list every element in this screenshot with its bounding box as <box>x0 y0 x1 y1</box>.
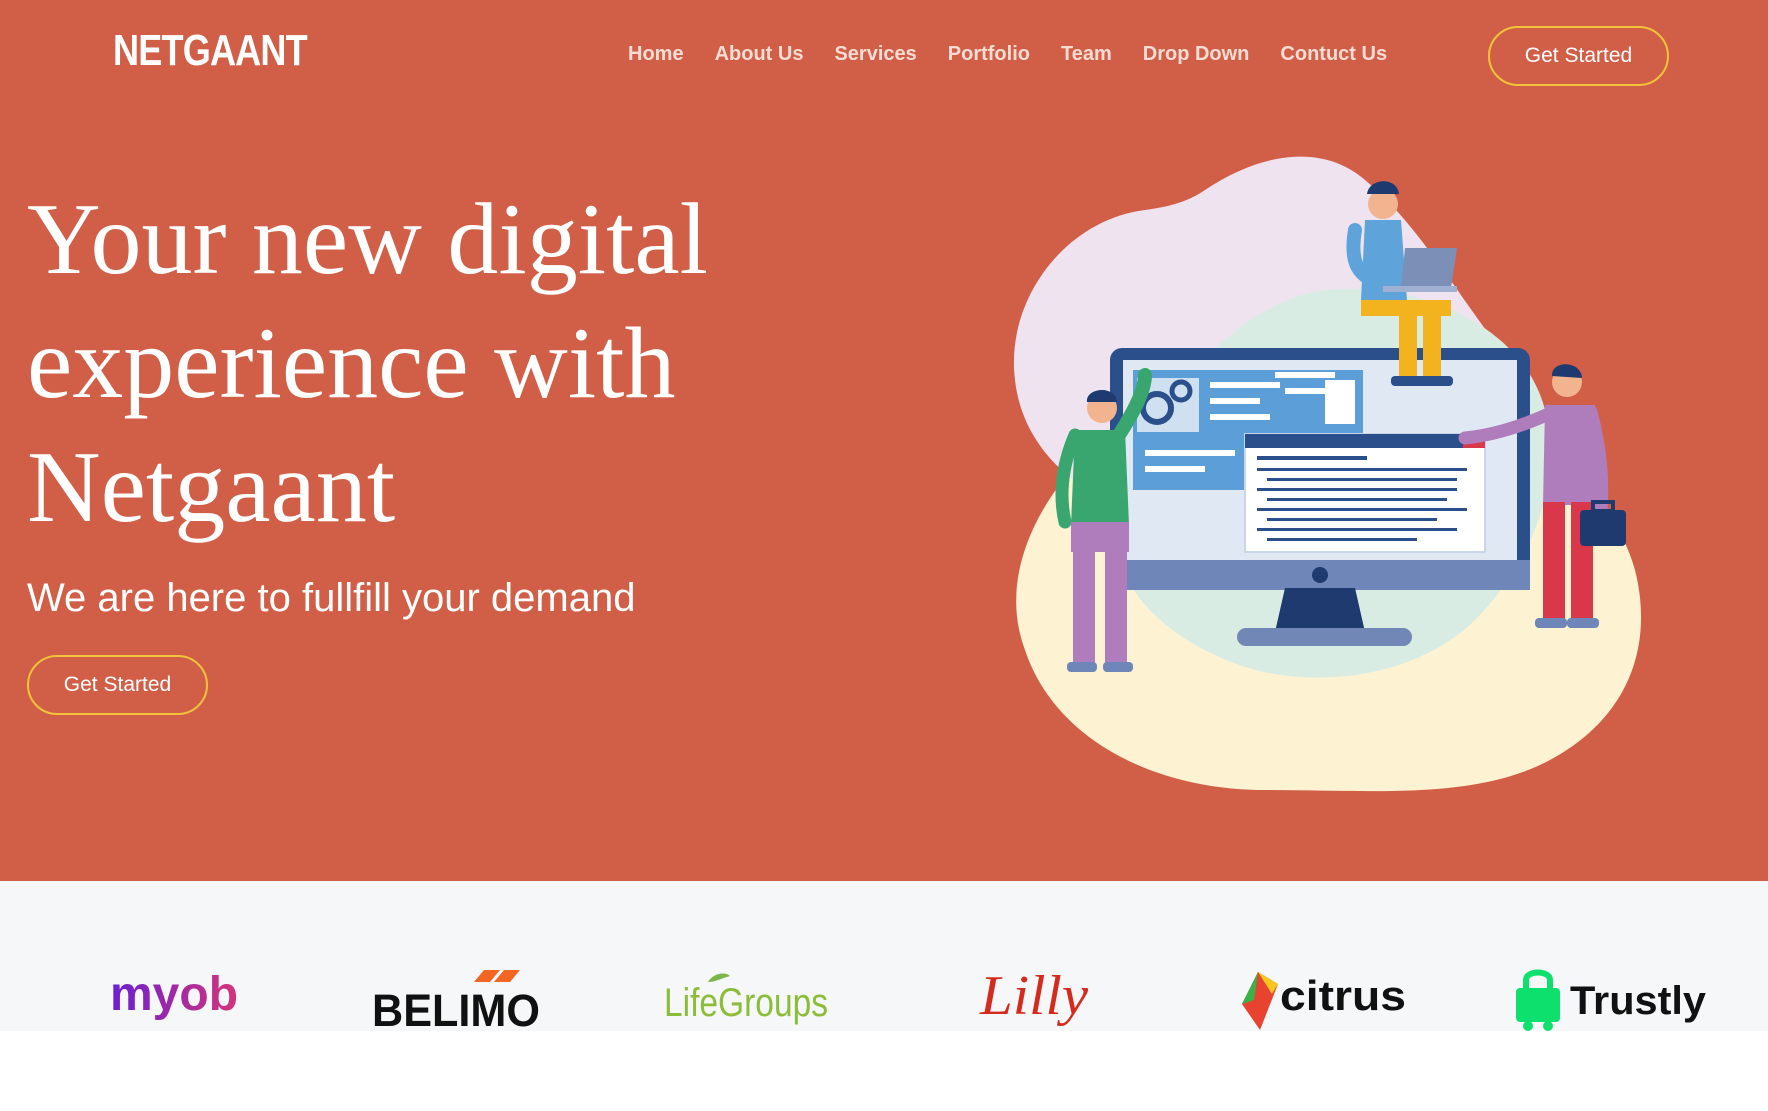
svg-text:LifeGroups: LifeGroups <box>664 981 828 1025</box>
nav-team[interactable]: Team <box>1061 43 1112 66</box>
clients-strip <box>0 881 1768 1031</box>
laptop-icon <box>1401 248 1457 288</box>
header-get-started-button[interactable]: Get Started <box>1488 26 1669 86</box>
nav-home[interactable]: Home <box>628 43 684 66</box>
trustly-logo: Trustly <box>1516 969 1707 1031</box>
brand-logo[interactable]: NETGAANT <box>113 26 308 76</box>
shopping-bag-icon <box>1516 988 1560 1022</box>
briefcase-icon <box>1580 510 1626 546</box>
hero-get-started-button[interactable]: Get Started <box>27 655 208 715</box>
main-nav: Home About Us Services Portfolio Team Dr… <box>628 43 1418 66</box>
lifegroups-logo: LifeGroups <box>664 973 828 1025</box>
svg-text:myob: myob <box>110 968 238 1021</box>
svg-text:BELIMO: BELIMO <box>372 985 540 1032</box>
svg-text:Lilly: Lilly <box>979 965 1088 1027</box>
belimo-logo: BELIMO <box>372 970 540 1032</box>
monitor-base <box>1237 628 1412 646</box>
myob-logo: myob <box>110 968 238 1021</box>
nav-drop-down[interactable]: Drop Down <box>1143 43 1250 66</box>
screen-document <box>1244 433 1486 553</box>
hero-subheading: We are here to fullfill your demand <box>27 576 636 620</box>
lilly-logo: Lilly <box>979 965 1088 1027</box>
nav-about-us[interactable]: About Us <box>715 43 804 66</box>
svg-text:citrus: citrus <box>1280 972 1406 1019</box>
monitor-neck <box>1275 588 1365 632</box>
citrus-logo: citrus <box>1242 972 1406 1030</box>
svg-text:Trustly: Trustly <box>1570 979 1707 1023</box>
hero-headline: Your new digital experience with Netgaan… <box>27 183 708 544</box>
hero-section: NETGAANT Home About Us Services Portfoli… <box>0 0 1768 881</box>
nav-services[interactable]: Services <box>834 43 916 66</box>
nav-portfolio[interactable]: Portfolio <box>948 43 1030 66</box>
hero-illustration <box>1013 156 1642 792</box>
monitor-camera <box>1312 567 1328 583</box>
nav-contact-us[interactable]: Contuct Us <box>1280 43 1387 66</box>
